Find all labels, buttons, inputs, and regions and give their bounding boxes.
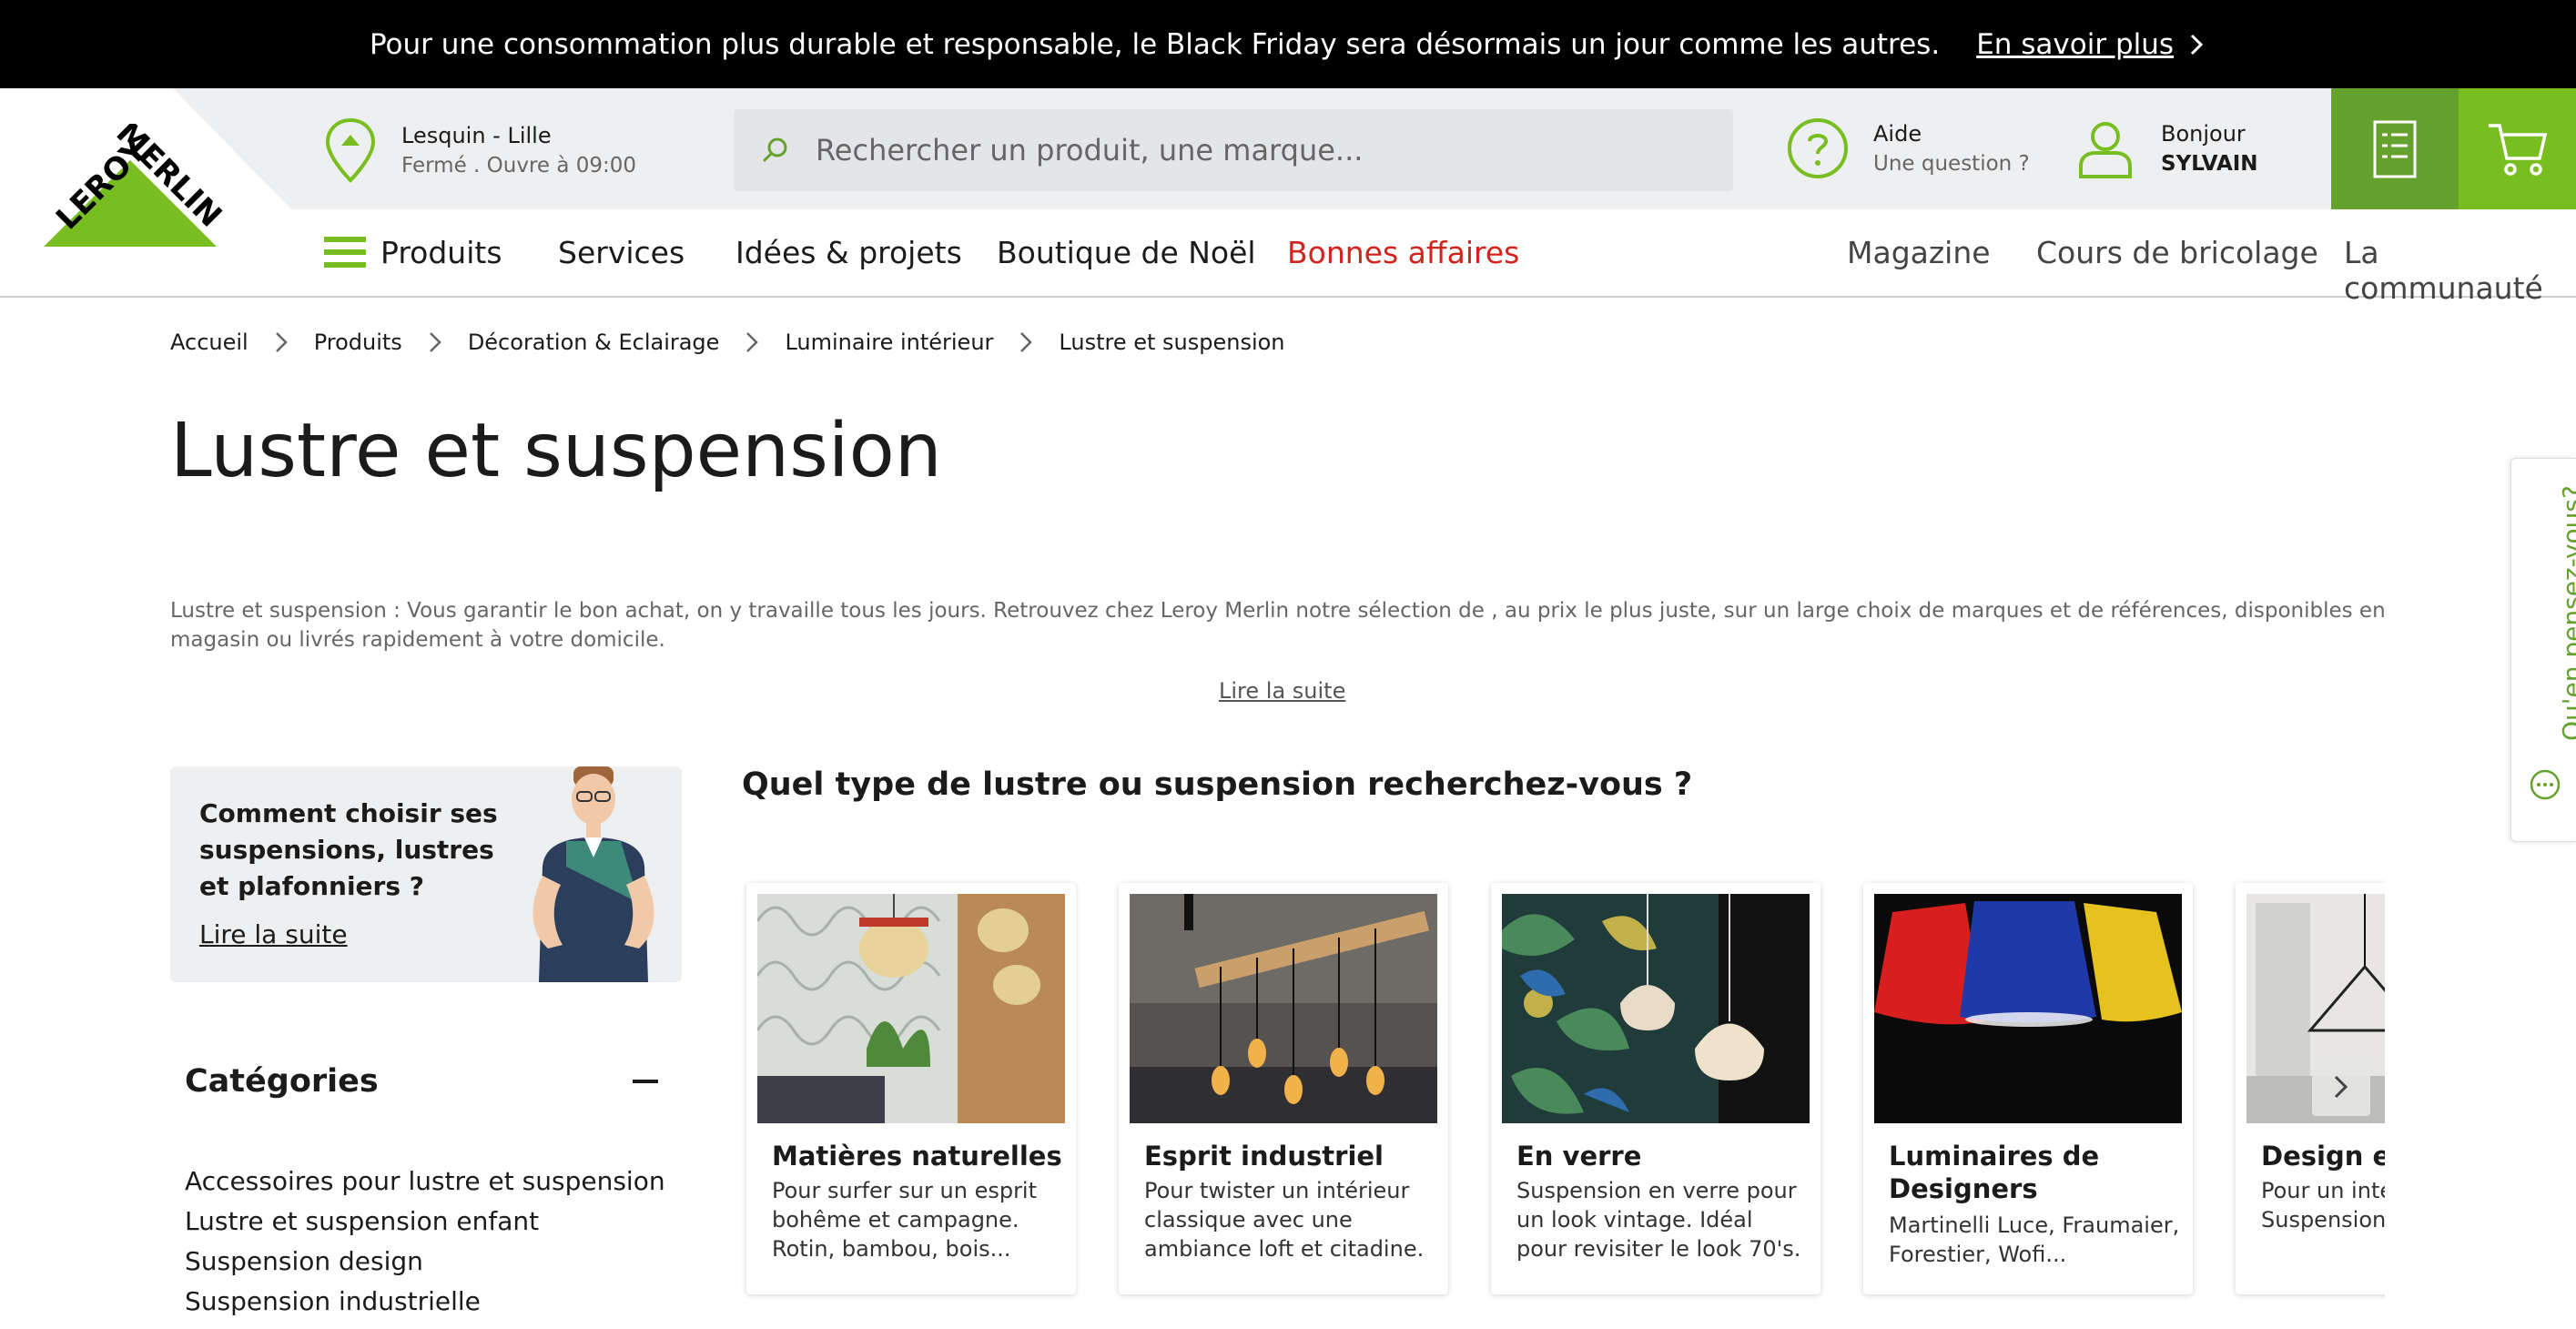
card-title: Matières naturelles — [772, 1141, 1062, 1172]
main-nav: Produits Services Idées & projets Boutiq… — [0, 209, 2576, 306]
nav-item-boutique-noel[interactable]: Boutique de Noël — [997, 235, 1256, 270]
promo-banner: Pour une consommation plus durable et re… — [0, 0, 2576, 88]
card-image — [1130, 894, 1437, 1123]
breadcrumb-item[interactable]: Luminaire intérieur — [785, 330, 993, 355]
banner-link[interactable]: En savoir plus — [1976, 28, 2206, 61]
collapse-icon[interactable] — [633, 1080, 658, 1083]
feedback-label: Qu'en pensez-vous? — [2557, 485, 2576, 741]
card-description: Pour surfer sur un esprit bohême et camp… — [772, 1178, 1038, 1262]
store-selector[interactable]: Lesquin - Lille Fermé . Ouvre à 09:00 — [323, 117, 636, 184]
chevron-right-icon — [275, 332, 288, 352]
categories-list: Accessoires pour lustre et suspension Lu… — [185, 1162, 665, 1322]
card-title: Esprit industriel — [1144, 1141, 1384, 1172]
breadcrumb-current: Lustre et suspension — [1059, 330, 1285, 355]
shopping-list-button[interactable] — [2331, 88, 2459, 209]
type-card-glass[interactable]: En verre Suspension en verre pour un loo… — [1491, 883, 1820, 1294]
menu-icon — [324, 237, 366, 268]
type-section-title: Quel type de lustre ou suspension recher… — [742, 766, 1693, 803]
category-item[interactable]: Accessoires pour lustre et suspension — [185, 1162, 665, 1202]
chevron-right-icon — [2190, 34, 2204, 55]
card-title: Luminaires de Designers — [1889, 1141, 2100, 1204]
nav-item-bonnes-affaires[interactable]: Bonnes affaires — [1287, 235, 1519, 270]
nav-item-idees-projets[interactable]: Idées & projets — [735, 235, 962, 270]
type-card-natural[interactable]: Matières naturelles Pour surfer sur un e… — [746, 883, 1076, 1294]
account-greeting: Bonjour — [2161, 121, 2246, 147]
advisor-illustration — [532, 766, 654, 982]
page-title: Lustre et suspension — [170, 408, 942, 494]
page-intro: Lustre et suspension : Vous garantir le … — [170, 599, 2386, 652]
read-more-link[interactable]: Lire la suite — [1219, 678, 1345, 704]
nav-item-produits[interactable]: Produits — [380, 235, 502, 270]
breadcrumb-item[interactable]: Accueil — [170, 330, 248, 355]
store-name: Lesquin - Lille — [401, 123, 552, 148]
guide-read-more-link[interactable]: Lire la suite — [199, 919, 348, 949]
chevron-right-icon — [2334, 1075, 2348, 1099]
type-card-designers[interactable]: Luminaires de Designers Martinelli Luce,… — [1863, 883, 2193, 1294]
card-title: Design et f — [2261, 1141, 2385, 1172]
help-link[interactable]: Aide Une question ? — [1786, 117, 2030, 180]
banner-text: Pour une consommation plus durable et re… — [369, 27, 1941, 61]
cart-icon — [2488, 123, 2547, 176]
feedback-tab[interactable]: Qu'en pensez-vous? — [2510, 458, 2576, 842]
card-description: Suspension en verre pour un look vintage… — [1516, 1178, 1801, 1262]
type-carousel: Matières naturelles Pour surfer sur un e… — [742, 874, 2385, 1302]
search-bar[interactable] — [734, 109, 1733, 191]
card-image — [757, 894, 1065, 1123]
breadcrumb: Accueil Produits Décoration & Eclairage … — [170, 330, 1285, 355]
help-subtitle: Une question ? — [1873, 152, 2030, 176]
store-status: Fermé . Ouvre à 09:00 — [401, 154, 637, 178]
nav-item-services[interactable]: Services — [558, 235, 685, 270]
nav-item-communaute[interactable]: La communauté — [2344, 235, 2576, 306]
card-description: Pour un intér moderne voi Suspension f — [2261, 1178, 2385, 1233]
guide-title: Comment choisir ses suspensions, lustres… — [199, 798, 498, 901]
categories-header[interactable]: Catégories — [185, 1063, 658, 1100]
categories-title: Catégories — [185, 1063, 379, 1100]
chevron-right-icon — [429, 332, 441, 352]
nav-item-magazine[interactable]: Magazine — [1847, 235, 1991, 270]
card-title: En verre — [1516, 1141, 1642, 1172]
speech-bubble-icon — [2530, 769, 2561, 800]
banner-link-label[interactable]: En savoir plus — [1976, 28, 2174, 61]
category-item[interactable]: Suspension industrielle — [185, 1282, 665, 1322]
search-icon — [762, 137, 787, 163]
location-pin-icon — [325, 117, 376, 183]
category-item[interactable]: Lustre et suspension enfant — [185, 1202, 665, 1242]
type-card-industrial[interactable]: Esprit industriel Pour twister un intéri… — [1119, 883, 1448, 1294]
natural-materials-photo — [757, 894, 1065, 1123]
search-input[interactable] — [816, 133, 1635, 167]
nav-item-cours-bricolage[interactable]: Cours de bricolage — [2036, 235, 2318, 270]
account-link[interactable]: Bonjour SYLVAIN — [2074, 117, 2258, 180]
glass-photo — [1502, 894, 1810, 1123]
breadcrumb-item[interactable]: Décoration & Eclairage — [468, 330, 720, 355]
breadcrumb-item[interactable]: Produits — [314, 330, 402, 355]
chevron-right-icon — [746, 332, 759, 352]
designers-photo — [1874, 894, 2182, 1123]
carousel-next-button[interactable] — [2312, 1058, 2370, 1116]
card-description: Martinelli Luce, Fraumaier, Forestier, W… — [1889, 1212, 2180, 1267]
buying-guide-card[interactable]: Comment choisir ses suspensions, lustres… — [170, 766, 682, 982]
help-title: Aide — [1873, 121, 1922, 147]
card-image — [1874, 894, 2182, 1123]
list-icon — [2373, 120, 2417, 178]
category-item[interactable]: Suspension design — [185, 1242, 665, 1282]
user-icon — [2079, 122, 2132, 178]
card-image — [1502, 894, 1810, 1123]
question-circle-icon — [1788, 118, 1848, 178]
industrial-photo — [1130, 894, 1437, 1123]
card-description: Pour twister un intérieur classique avec… — [1144, 1178, 1425, 1262]
chevron-right-icon — [1020, 332, 1033, 352]
cart-button[interactable] — [2459, 88, 2576, 209]
account-name: SYLVAIN — [2161, 152, 2258, 176]
